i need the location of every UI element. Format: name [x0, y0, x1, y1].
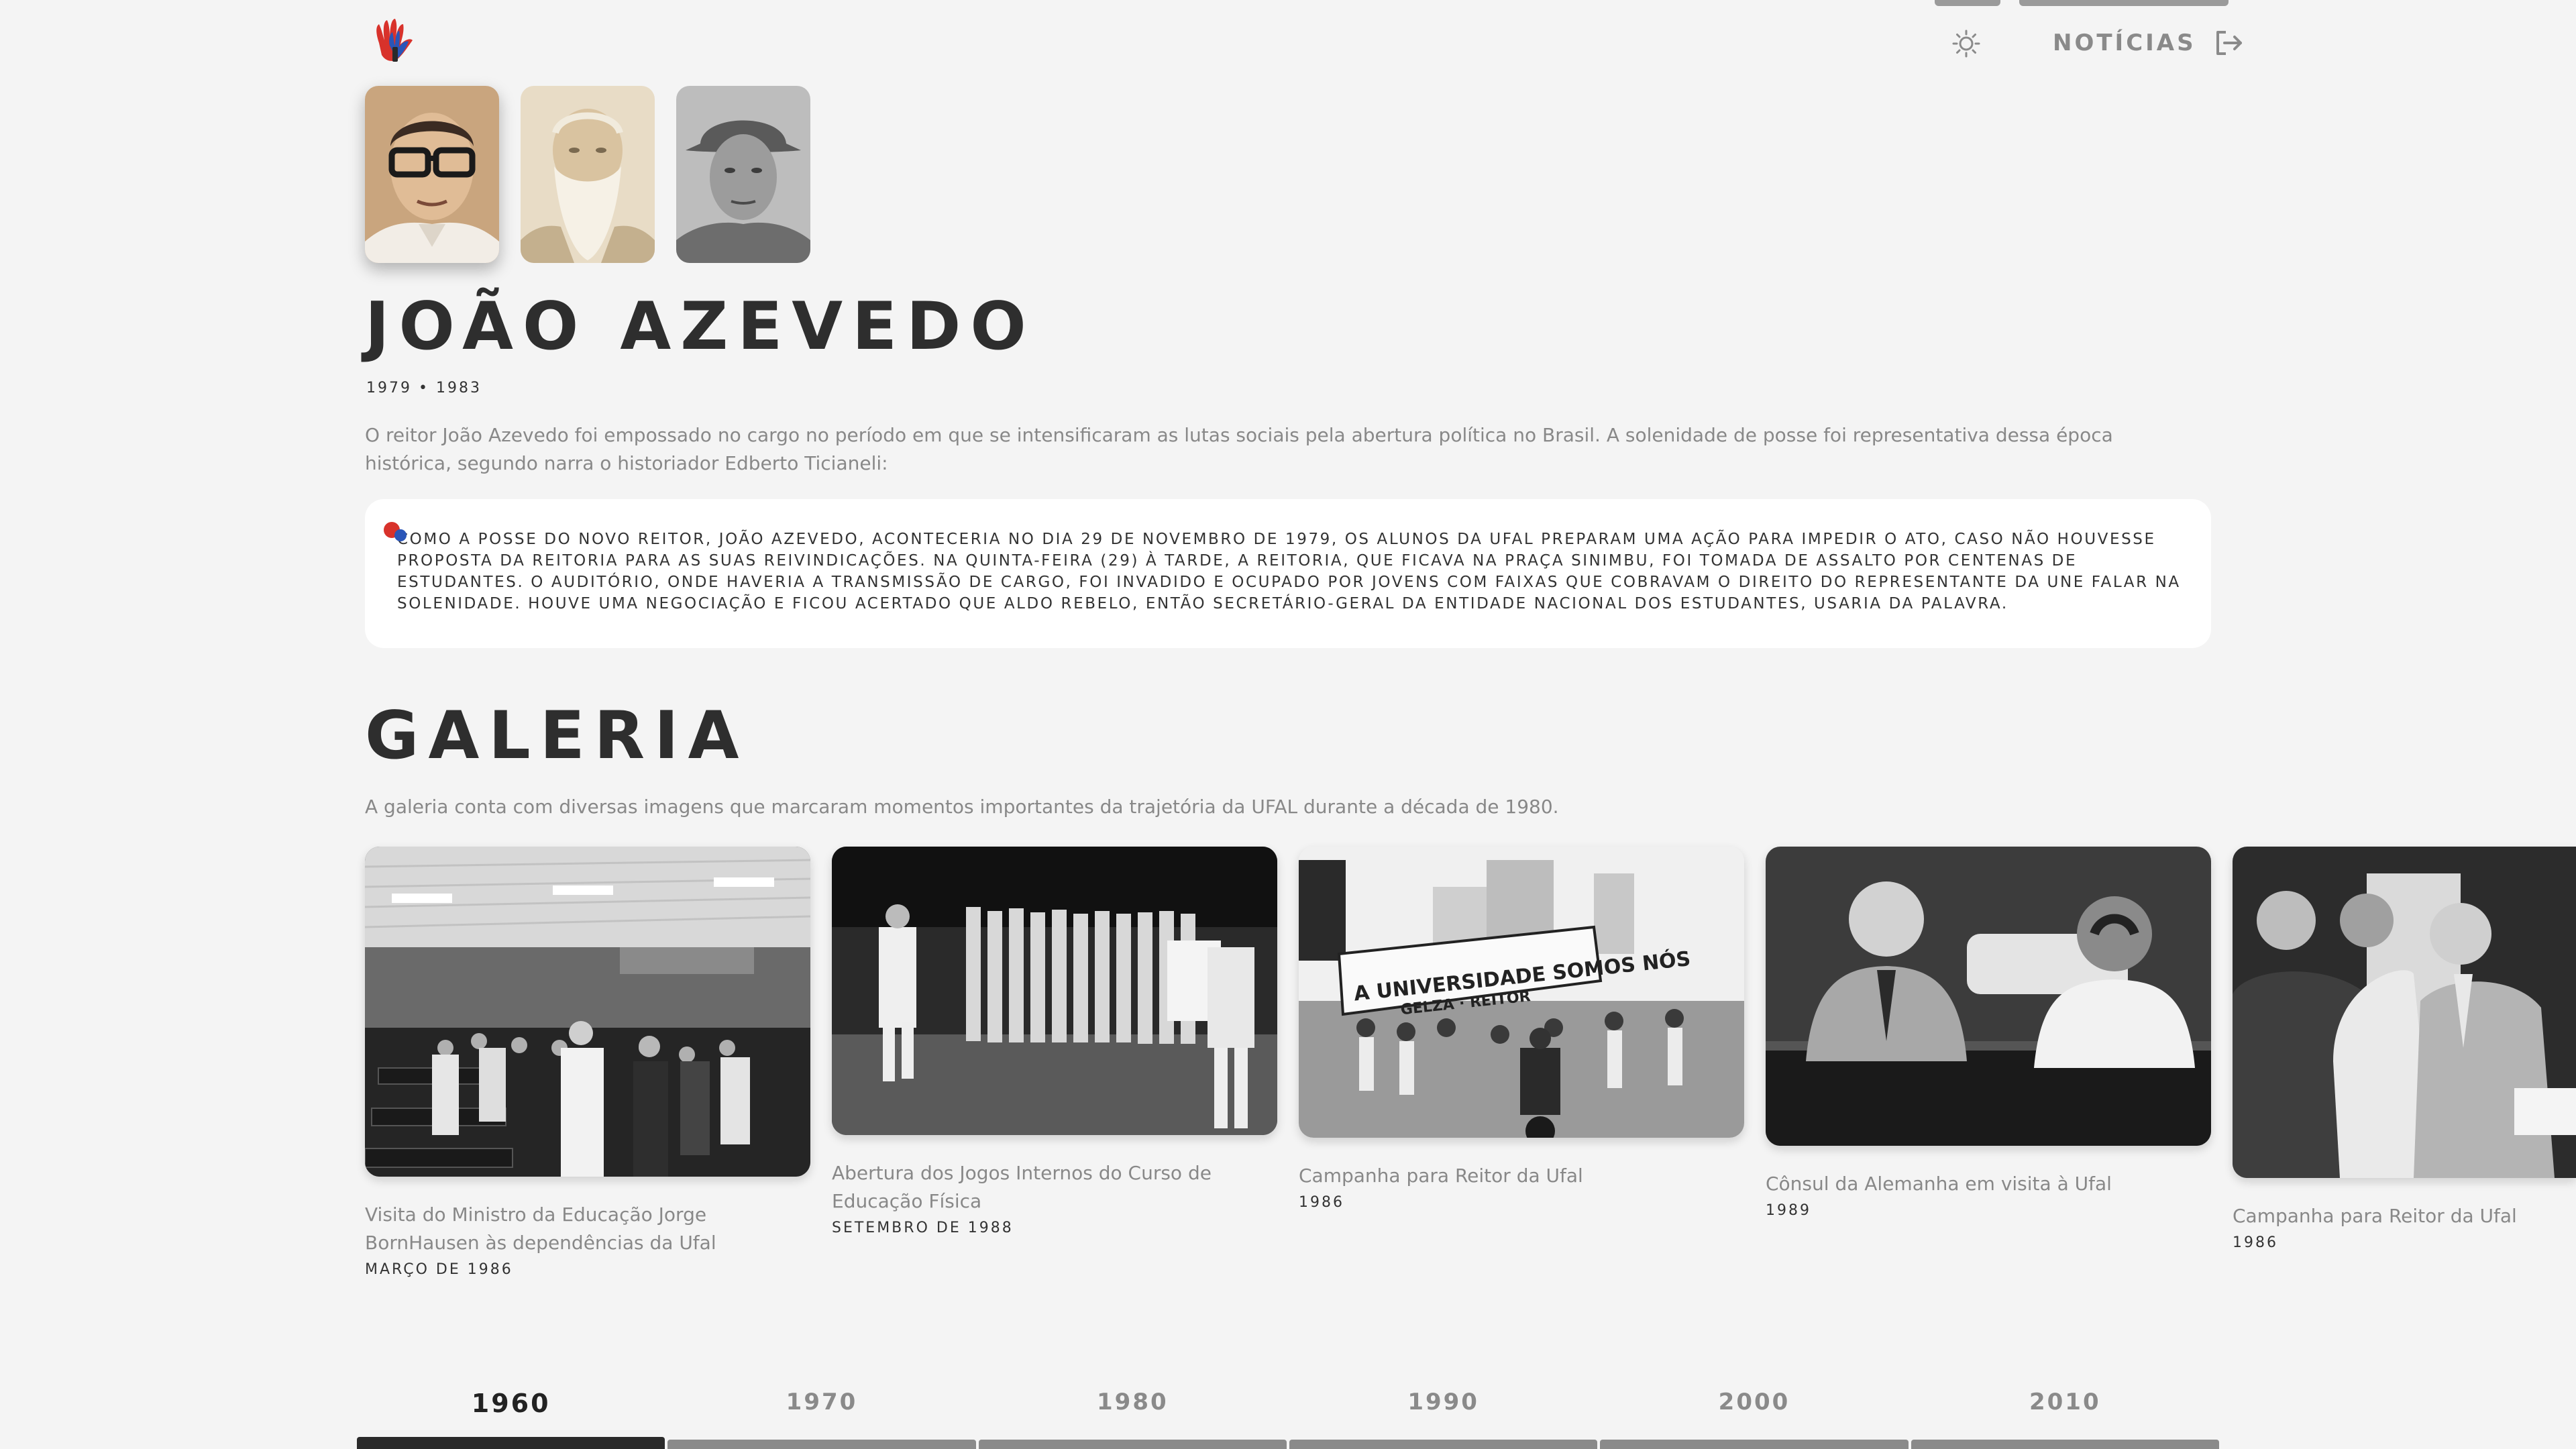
decade-tab-2000[interactable]: 2000 [1599, 1389, 1909, 1449]
gallery-date: 1989 [1766, 1202, 1811, 1219]
portrait-joao-azevedo[interactable] [365, 86, 499, 263]
decade-tab-1970[interactable]: 1970 [666, 1389, 977, 1449]
gallery-caption: Abertura dos Jogos Internos do Curso de … [832, 1162, 1212, 1212]
quote-icon [382, 518, 412, 547]
gallery-title: GALERIA [365, 698, 749, 774]
gallery-caption: Campanha para Reitor da Ufal [1299, 1165, 1583, 1187]
theme-toggle-button[interactable] [1949, 27, 1983, 60]
gallery-item[interactable]: Campanha para Reitor da Ufal 1986 [2233, 847, 2576, 1251]
gallery-date: MARÇO DE 1986 [365, 1261, 513, 1278]
gallery-caption: Cônsul da Alemanha em visita à Ufal [1766, 1173, 2112, 1195]
logout-icon [2216, 31, 2242, 55]
gallery-item[interactable]: A UNIVERSIDADE SOMOS NÓS GELZA · REITOR … [1299, 847, 1744, 1211]
rector-name: JOÃO AZEVEDO [365, 288, 1036, 365]
decade-label: 1980 [1097, 1389, 1169, 1415]
gallery-photo[interactable] [1766, 847, 2211, 1146]
gallery-description: A galeria conta com diversas imagens que… [365, 796, 1559, 818]
rector-intro: O reitor João Azevedo foi empossado no c… [365, 424, 2113, 474]
decade-label: 2000 [1718, 1389, 1790, 1415]
news-link[interactable]: NOTÍCIAS [2053, 24, 2245, 62]
gallery-photo[interactable]: A UNIVERSIDADE SOMOS NÓS GELZA · REITOR [1299, 847, 1744, 1138]
decade-tab-1980[interactable]: 1980 [977, 1389, 1288, 1449]
decade-label: 2010 [2029, 1389, 2101, 1415]
decade-bar [357, 1437, 665, 1449]
decade-bar [1289, 1440, 1598, 1449]
decade-label: 1990 [1407, 1389, 1479, 1415]
quote-text: Como a posse do novo reitor, João Azeved… [397, 531, 2181, 612]
decade-tab-2010[interactable]: 2010 [1910, 1389, 2220, 1449]
decade-tab-1960[interactable]: 1960 [356, 1389, 666, 1449]
decade-timeline: 1960 1970 1980 1990 2000 2010 [356, 1389, 2220, 1449]
top-tab-indicator [1935, 0, 2000, 6]
gallery-date: 1986 [1299, 1194, 1344, 1211]
gallery-date: 1986 [2233, 1234, 2278, 1251]
decade-bar [667, 1440, 976, 1449]
quote-box: Como a posse do novo reitor, João Azeved… [365, 499, 2211, 648]
sun-icon [1952, 30, 1980, 58]
portrait-rector-3[interactable] [676, 86, 810, 263]
gallery-date: SETEMBRO DE 1988 [832, 1220, 1014, 1236]
rector-portraits [365, 86, 810, 263]
decade-bar [978, 1440, 1287, 1449]
decade-tab-1990[interactable]: 1990 [1288, 1389, 1599, 1449]
top-tab-indicator [2019, 0, 2229, 6]
gallery-item[interactable]: Cônsul da Alemanha em visita à Ufal 1989 [1766, 847, 2211, 1219]
news-label: NOTÍCIAS [2053, 30, 2196, 56]
rector-years: 1979 • 1983 [366, 380, 482, 396]
decade-label: 1970 [786, 1389, 858, 1415]
decade-label: 1960 [471, 1389, 551, 1418]
gallery-photo[interactable] [365, 847, 810, 1177]
gallery-photo[interactable] [2233, 847, 2576, 1178]
decade-bar [1600, 1440, 1909, 1449]
portrait-rector-2[interactable] [521, 86, 655, 263]
gallery-caption: Visita do Ministro da Educação Jorge Bor… [365, 1203, 716, 1254]
ufal-logo[interactable] [372, 16, 419, 70]
gallery-caption: Campanha para Reitor da Ufal [2233, 1205, 2517, 1227]
gallery-photo[interactable] [832, 847, 1277, 1135]
gallery-item[interactable]: Visita do Ministro da Educação Jorge Bor… [365, 847, 810, 1278]
gallery-item[interactable]: Abertura dos Jogos Internos do Curso de … [832, 847, 1277, 1236]
ufal-hand-logo-icon [376, 19, 413, 62]
decade-bar [1911, 1440, 2219, 1449]
